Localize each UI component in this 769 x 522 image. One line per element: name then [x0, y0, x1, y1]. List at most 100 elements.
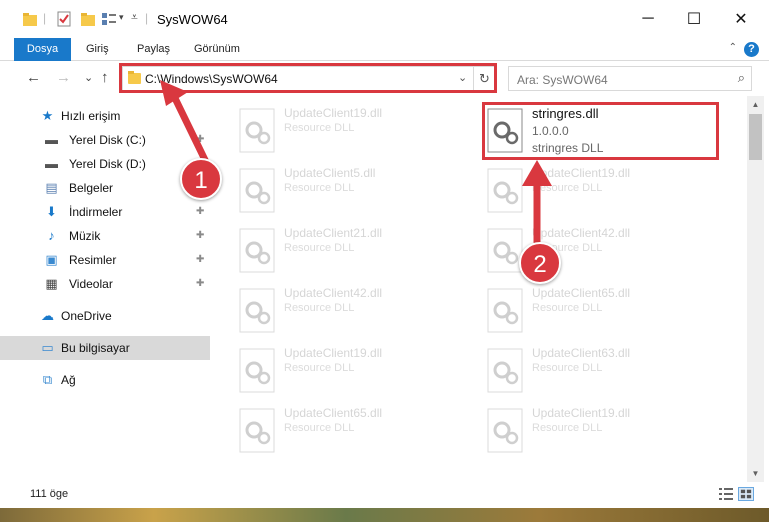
new-folder-icon[interactable] [80, 11, 96, 27]
folder-icon [23, 13, 37, 26]
sidebar-item-downloads[interactable]: ⬇ İndirmeler ✚ [0, 200, 210, 224]
tab-share[interactable]: Paylaş [137, 38, 170, 61]
sidebar-item-music[interactable]: ♪ Müzik ✚ [0, 224, 210, 248]
dll-file-icon [487, 288, 523, 333]
desktop-background [0, 508, 769, 522]
search-icon[interactable]: ⌕ [738, 70, 745, 86]
status-bar: 111 öge [0, 482, 769, 508]
list-item[interactable]: UpdateClient42.dll Resource DLL [238, 286, 468, 346]
address-bar-highlight [119, 63, 497, 93]
file-name: UpdateClient65.dll [532, 286, 631, 300]
file-type: Resource DLL [284, 122, 355, 134]
list-item[interactable]: UpdateClient19.dll Resource DLL [486, 406, 716, 466]
tiles-view-icon[interactable] [738, 487, 754, 501]
search-box[interactable]: Ara: SysWOW64 ⌕ [508, 66, 752, 91]
videos-icon: ▦ [45, 276, 58, 291]
sidebar-item-quick-access[interactable]: ★ Hızlı erişim [0, 104, 210, 128]
minimize-button[interactable]: ─ [625, 0, 671, 38]
annotation-badge-1: 1 [180, 158, 222, 200]
sidebar-item-documents[interactable]: ▤ Belgeler ✚ [0, 176, 210, 200]
sidebar-item-label: Belgeler [69, 181, 114, 195]
music-icon: ♪ [48, 228, 55, 243]
sidebar-item-label: Videolar [69, 277, 113, 291]
file-name: UpdateClient19.dll [532, 406, 631, 420]
sidebar-item-network[interactable]: ⧉ Ağ [0, 368, 210, 392]
details-view-icon[interactable] [718, 487, 734, 501]
sidebar-item-local-disk-c[interactable]: ▬ Yerel Disk (C:) ✚ [0, 128, 210, 152]
file-name: UpdateClient5.dll [284, 166, 376, 180]
pin-icon[interactable]: ✚ [196, 248, 204, 272]
file-name: UpdateClient42.dll [532, 226, 631, 240]
file-name: UpdateClient19.dll [532, 166, 631, 180]
dll-file-icon [239, 108, 275, 153]
sidebar-item-label: Yerel Disk (D:) [69, 157, 146, 171]
sidebar-item-local-disk-d[interactable]: ▬ Yerel Disk (D:) [0, 152, 210, 176]
tab-file[interactable]: Dosya [14, 38, 71, 61]
dll-file-icon [239, 348, 275, 393]
scroll-down-icon[interactable]: ▼ [747, 465, 764, 482]
chevron-down-icon[interactable]: ▾ [119, 12, 124, 23]
file-type: Resource DLL [284, 302, 355, 314]
file-name: UpdateClient42.dll [284, 286, 383, 300]
item-count: 111 öge [30, 488, 69, 500]
tab-home[interactable]: Giriş [86, 38, 109, 61]
dll-file-icon [487, 408, 523, 453]
file-type: Resource DLL [532, 422, 603, 434]
window-title: SysWOW64 [157, 12, 228, 27]
computer-icon: ▭ [41, 340, 54, 355]
star-icon: ★ [41, 108, 54, 123]
sidebar-item-label: Resimler [69, 253, 117, 267]
close-button[interactable]: ✕ [718, 0, 764, 38]
file-name: UpdateClient21.dll [284, 226, 383, 240]
dll-file-icon [487, 348, 523, 393]
list-item[interactable]: UpdateClient63.dll Resource DLL [486, 346, 716, 406]
file-type: Resource DLL [532, 302, 603, 314]
list-item[interactable]: UpdateClient65.dll Resource DLL [238, 406, 468, 466]
file-name: UpdateClient19.dll [284, 346, 383, 360]
tab-view[interactable]: Görünüm [194, 38, 240, 61]
vertical-scrollbar[interactable]: ▲ ▼ [747, 96, 764, 482]
customize-toolbar-icon[interactable]: ⩡ [131, 10, 138, 25]
drive-icon: ▬ [45, 156, 58, 171]
collapse-ribbon-icon[interactable]: ⌃ [729, 42, 737, 53]
dll-file-icon [239, 228, 275, 273]
pin-icon[interactable]: ✚ [196, 128, 204, 152]
sidebar-item-pictures[interactable]: ▣ Resimler ✚ [0, 248, 210, 272]
forward-arrow-icon[interactable]: → [56, 69, 71, 86]
title-separator: | [43, 11, 47, 25]
drive-icon: ▬ [45, 132, 58, 147]
list-item[interactable]: UpdateClient5.dll Resource DLL [238, 166, 468, 226]
file-highlight [482, 102, 719, 160]
sidebar-item-videos[interactable]: ▦ Videolar ✚ [0, 272, 210, 296]
list-item[interactable]: UpdateClient19.dll Resource DLL [238, 346, 468, 406]
file-type: Resource DLL [532, 362, 603, 374]
file-name: UpdateClient63.dll [532, 346, 631, 360]
annotation-badge-2: 2 [519, 242, 561, 284]
list-item[interactable]: UpdateClient19.dll Resource DLL [486, 166, 716, 226]
up-arrow-icon[interactable]: ↑ [101, 69, 109, 86]
scrollbar-thumb[interactable] [749, 114, 762, 160]
sidebar-item-onedrive[interactable]: ☁ OneDrive [0, 304, 210, 328]
sidebar-item-label: OneDrive [61, 309, 112, 323]
pin-icon[interactable]: ✚ [196, 200, 204, 224]
back-arrow-icon[interactable]: ← [26, 69, 41, 86]
scroll-up-icon[interactable]: ▲ [747, 96, 764, 113]
list-item[interactable]: UpdateClient65.dll Resource DLL [486, 286, 716, 346]
search-input[interactable]: Ara: SysWOW64 [517, 73, 608, 87]
view-options-icon[interactable] [101, 11, 117, 27]
title-separator: | [145, 11, 149, 25]
file-type: Resource DLL [532, 182, 603, 194]
file-type: Resource DLL [284, 362, 355, 374]
list-item[interactable]: UpdateClient21.dll Resource DLL [238, 226, 468, 286]
pin-icon[interactable]: ✚ [196, 224, 204, 248]
properties-icon[interactable] [56, 11, 72, 27]
help-icon[interactable]: ? [744, 42, 759, 57]
pin-icon[interactable]: ✚ [196, 272, 204, 296]
sidebar-item-label: Bu bilgisayar [61, 341, 130, 355]
maximize-button[interactable]: ☐ [671, 0, 717, 38]
recent-locations-icon[interactable]: ⌄ [84, 71, 93, 84]
sidebar-item-this-pc[interactable]: ▭ Bu bilgisayar [0, 336, 210, 360]
dll-file-icon [239, 168, 275, 213]
file-name: UpdateClient65.dll [284, 406, 383, 420]
list-item[interactable]: UpdateClient19.dll Resource DLL [238, 106, 468, 166]
